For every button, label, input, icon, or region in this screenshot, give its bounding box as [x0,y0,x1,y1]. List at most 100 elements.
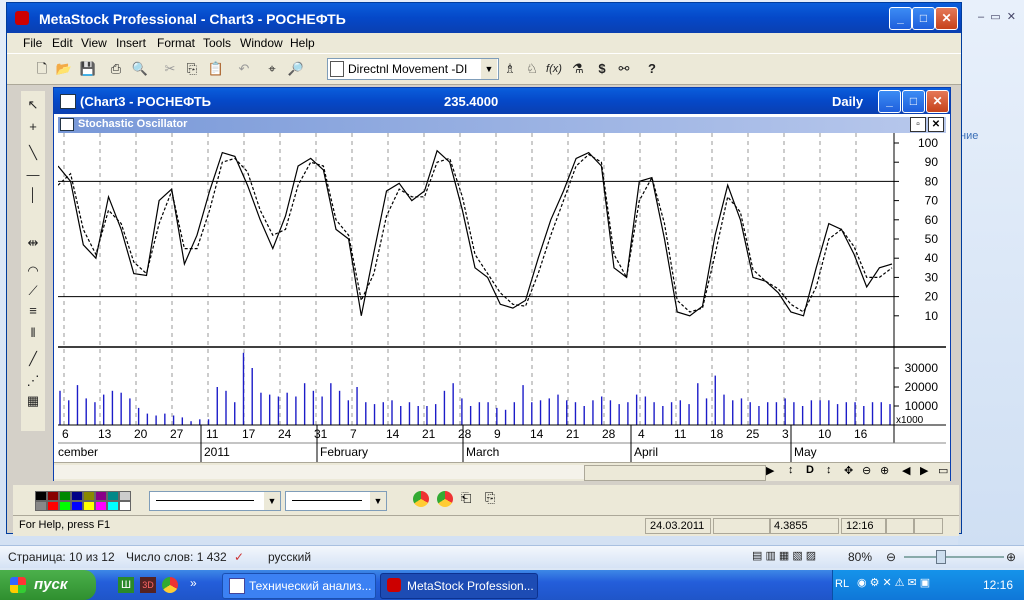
scroll-left-icon[interactable]: ◀ [902,464,910,477]
color-swatch[interactable] [71,491,83,501]
dollar-icon[interactable]: $ [593,60,611,78]
word-count[interactable]: Число слов: 1 432 [126,550,227,564]
chevron-down-icon[interactable]: ▼ [481,59,497,79]
color-swatch[interactable] [59,491,71,501]
tray-icons[interactable]: ◉⚙✕⚠✉▣ [857,576,933,589]
speed-lines-icon[interactable]: ⋰ [25,373,41,389]
taskbar-item-metastock[interactable]: MetaStock Profession... [380,573,538,599]
zoom-out-icon[interactable]: ⊖ [886,550,896,564]
save-icon[interactable]: 💾 [79,60,97,78]
chart-maximize-button[interactable]: □ [902,90,925,113]
color-swatch[interactable] [83,491,95,501]
zoom-out-icon[interactable]: ⊖ [862,464,871,477]
menu-file[interactable]: File [23,36,42,50]
color-swatch[interactable] [35,501,47,511]
arrow-cursor-icon[interactable]: ↖ [25,97,41,113]
color-swatch[interactable] [107,491,119,501]
color-swatch[interactable] [47,501,59,511]
zoom-level[interactable]: 80% [848,550,872,564]
scroll-right-icon[interactable]: ▶ [766,464,774,477]
chrome-icon[interactable] [162,577,178,593]
language-indicator[interactable]: RL [835,578,849,590]
language[interactable]: русский [268,550,311,564]
quicklaunch-icon[interactable]: 3D [140,577,156,593]
taskbar-item-word[interactable]: Технический анализ... [222,573,376,599]
zoom-slider-thumb[interactable] [936,550,946,564]
chevron-down-icon[interactable]: ▼ [370,492,386,510]
zoom-in-icon[interactable]: ⊕ [1006,550,1016,564]
quicklaunch-icon[interactable]: Ш [118,577,134,593]
expert-icon[interactable]: ♗ [501,60,519,78]
fibonacci-icon[interactable]: ≡ [25,303,41,319]
line-style-select[interactable]: ▼ [149,491,281,511]
page-icon[interactable]: ▭ [938,464,948,477]
color-palette[interactable] [35,491,131,511]
cycle-lines-icon[interactable]: ⇹ [25,235,41,251]
scroll-right-end-icon[interactable]: ▶ [920,464,928,477]
insert-symbol-icon[interactable]: ⎘ [485,490,495,506]
paste-icon[interactable]: 📋 [207,60,225,78]
menu-format[interactable]: Format [157,36,195,50]
trendline-icon[interactable]: ╲ [25,145,41,161]
help-icon[interactable]: ? [643,60,661,78]
time-zones-icon[interactable]: ‖ [25,325,41,341]
color-swatch[interactable] [119,501,131,511]
menu-edit[interactable]: Edit [52,36,73,50]
scroll-thumb[interactable] [584,465,766,481]
grid-icon[interactable]: ▦ [25,393,41,409]
crosshair-icon[interactable]: ⌖ [263,60,281,78]
new-file-icon[interactable]: 🗋 [33,60,51,78]
spellcheck-icon[interactable]: ✓ [234,550,244,564]
color-swatch[interactable] [119,491,131,501]
word-window-controls[interactable]: – ▭ ✕ [978,10,1020,26]
menu-tools[interactable]: Tools [203,36,231,50]
insert-text-icon[interactable]: ⎗ [461,490,471,506]
color-swatch[interactable] [35,491,47,501]
color-swatch[interactable] [107,501,119,511]
color-swatch[interactable] [59,501,71,511]
print-icon[interactable]: ⎙ [107,60,125,78]
minimize-button[interactable]: _ [889,7,912,30]
color-swatch[interactable] [71,501,83,511]
zoom-in-icon[interactable]: ⊕ [880,464,889,477]
system-tester-icon[interactable]: ⚗ [569,60,587,78]
zoom-slider[interactable] [904,556,1004,558]
open-folder-icon[interactable]: 📂 [55,60,73,78]
color-swatch[interactable] [83,501,95,511]
menu-insert[interactable]: Insert [116,36,146,50]
cross-tool-icon[interactable]: + [25,119,41,135]
formula-icon[interactable]: f(x) [545,60,563,78]
more-icon[interactable]: » [190,576,197,590]
line-width-select[interactable]: ▼ [285,491,387,511]
cut-icon[interactable]: ✂ [161,60,179,78]
color-wheel-icon[interactable] [413,491,429,507]
color-wheel-icon[interactable] [437,491,453,507]
vertical-line-icon[interactable]: │ [25,187,41,203]
zoom-icon[interactable]: 🔎 [287,60,305,78]
fan-icon[interactable]: ⟋ [25,283,41,299]
color-swatch[interactable] [95,491,107,501]
view-layout-icons[interactable]: ▤ ▥ ▦ ▧ ▨ [752,549,816,562]
menu-view[interactable]: View [81,36,107,50]
page-counter[interactable]: Страница: 10 из 12 [8,550,115,564]
horizontal-line-icon[interactable]: — [25,167,41,183]
binoculars-icon[interactable]: ⚯ [615,60,633,78]
arc-icon[interactable]: ◠ [25,263,41,279]
color-swatch[interactable] [47,491,59,501]
chevron-down-icon[interactable]: ▼ [264,492,280,510]
move-icon[interactable]: ✥ [844,464,853,477]
chart-close-button[interactable]: ✕ [926,90,949,113]
start-button[interactable]: пуск [0,570,96,600]
close-icon[interactable]: ✕ [928,117,944,132]
menu-window[interactable]: Window [240,36,283,50]
menu-help[interactable]: Help [290,36,315,50]
chart-minimize-button[interactable]: _ [878,90,901,113]
resize-icon[interactable]: ↕ [826,464,832,476]
color-swatch[interactable] [95,501,107,511]
restore-icon[interactable]: ▫ [910,117,926,132]
undo-icon[interactable]: ↶ [235,60,253,78]
close-button[interactable]: ✕ [935,7,958,30]
copy-icon[interactable]: ⎘ [183,60,201,78]
print-preview-icon[interactable]: 🔍 [131,60,149,78]
scroll-vertical-icon[interactable]: ↕ [788,464,794,476]
